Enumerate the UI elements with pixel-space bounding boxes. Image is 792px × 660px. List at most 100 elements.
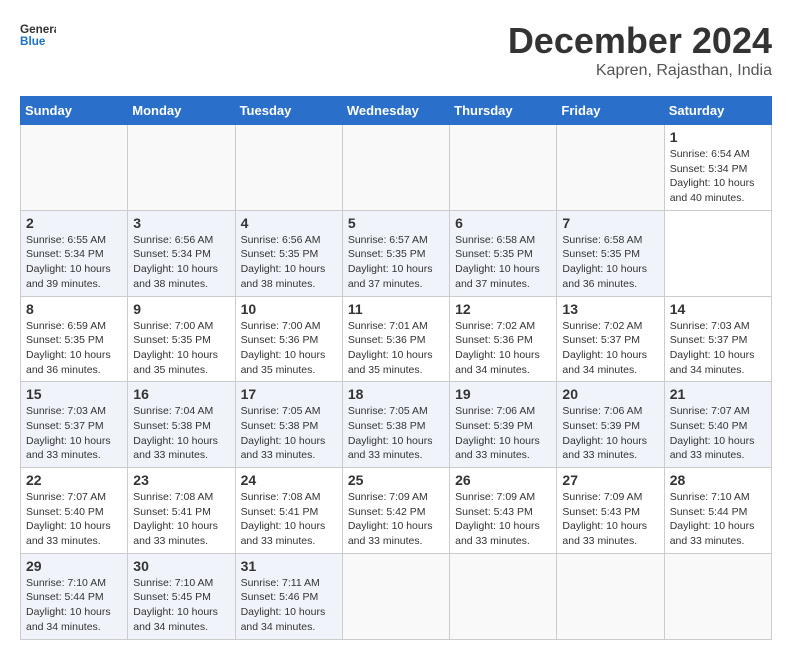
table-row: 1 Sunrise: 6:54 AM Sunset: 5:34 PM Daylig… <box>664 125 771 211</box>
calendar-week-row: 1 Sunrise: 6:54 AM Sunset: 5:34 PM Daylig… <box>21 125 772 211</box>
day-info: Sunrise: 6:59 AM Sunset: 5:35 PM Dayligh… <box>26 319 122 378</box>
calendar-table: Sunday Monday Tuesday Wednesday Thursday… <box>20 96 772 640</box>
table-row: 5 Sunrise: 6:57 AM Sunset: 5:35 PM Daylig… <box>342 210 449 296</box>
table-row <box>342 553 449 639</box>
day-info: Sunrise: 7:03 AM Sunset: 5:37 PM Dayligh… <box>670 319 766 378</box>
day-info: Sunrise: 6:56 AM Sunset: 5:35 PM Dayligh… <box>241 233 337 292</box>
day-number: 24 <box>241 472 337 488</box>
table-row: 9 Sunrise: 7:00 AM Sunset: 5:35 PM Daylig… <box>128 296 235 382</box>
col-monday: Monday <box>128 97 235 125</box>
day-info: Sunrise: 6:54 AM Sunset: 5:34 PM Dayligh… <box>670 147 766 206</box>
day-number: 11 <box>348 301 444 317</box>
day-info: Sunrise: 7:06 AM Sunset: 5:39 PM Dayligh… <box>562 404 658 463</box>
calendar-week-row: 15Sunrise: 7:03 AM Sunset: 5:37 PM Dayli… <box>21 382 772 468</box>
day-info: Sunrise: 6:57 AM Sunset: 5:35 PM Dayligh… <box>348 233 444 292</box>
day-info: Sunrise: 7:05 AM Sunset: 5:38 PM Dayligh… <box>241 404 337 463</box>
table-row: 24 Sunrise: 7:08 AM Sunset: 5:41 PM Dayli… <box>235 468 342 554</box>
day-number: 5 <box>348 215 444 231</box>
day-number: 25 <box>348 472 444 488</box>
table-row: 3Sunrise: 6:56 AM Sunset: 5:34 PM Daylig… <box>128 210 235 296</box>
day-number: 12 <box>455 301 551 317</box>
svg-text:Blue: Blue <box>20 35 46 48</box>
day-number: 27 <box>562 472 658 488</box>
day-number: 10 <box>241 301 337 317</box>
table-row: 26 Sunrise: 7:09 AM Sunset: 5:43 PM Dayli… <box>450 468 557 554</box>
table-row: 12Sunrise: 7:02 AM Sunset: 5:36 PM Dayli… <box>450 296 557 382</box>
calendar-week-row: 22 Sunrise: 7:07 AM Sunset: 5:40 PM Dayli… <box>21 468 772 554</box>
col-sunday: Sunday <box>21 97 128 125</box>
table-row <box>21 125 128 211</box>
day-info: Sunrise: 7:09 AM Sunset: 5:43 PM Dayligh… <box>455 490 551 549</box>
day-number: 6 <box>455 215 551 231</box>
table-row: 28Sunrise: 7:10 AM Sunset: 5:44 PM Dayli… <box>664 468 771 554</box>
table-row: 6Sunrise: 6:58 AM Sunset: 5:35 PM Daylig… <box>450 210 557 296</box>
table-row: 20 Sunrise: 7:06 AM Sunset: 5:39 PM Dayli… <box>557 382 664 468</box>
day-info: Sunrise: 7:08 AM Sunset: 5:41 PM Dayligh… <box>133 490 229 549</box>
day-number: 28 <box>670 472 766 488</box>
col-friday: Friday <box>557 97 664 125</box>
table-row <box>664 553 771 639</box>
page-title: December 2024 <box>508 20 772 62</box>
table-row: 4 Sunrise: 6:56 AM Sunset: 5:35 PM Daylig… <box>235 210 342 296</box>
day-number: 8 <box>26 301 122 317</box>
day-number: 13 <box>562 301 658 317</box>
day-info: Sunrise: 7:10 AM Sunset: 5:45 PM Dayligh… <box>133 576 229 635</box>
day-info: Sunrise: 7:09 AM Sunset: 5:42 PM Dayligh… <box>348 490 444 549</box>
day-info: Sunrise: 7:01 AM Sunset: 5:36 PM Dayligh… <box>348 319 444 378</box>
table-row <box>128 125 235 211</box>
day-info: Sunrise: 7:07 AM Sunset: 5:40 PM Dayligh… <box>26 490 122 549</box>
calendar-week-row: 2Sunrise: 6:55 AM Sunset: 5:34 PM Daylig… <box>21 210 772 296</box>
day-number: 16 <box>133 386 229 402</box>
table-row: 2Sunrise: 6:55 AM Sunset: 5:34 PM Daylig… <box>21 210 128 296</box>
table-row: 19 Sunrise: 7:06 AM Sunset: 5:39 PM Dayli… <box>450 382 557 468</box>
day-number: 4 <box>241 215 337 231</box>
table-row: 21 Sunrise: 7:07 AM Sunset: 5:40 PM Dayli… <box>664 382 771 468</box>
day-number: 7 <box>562 215 658 231</box>
day-number: 29 <box>26 558 122 574</box>
table-row: 31 Sunrise: 7:11 AM Sunset: 5:46 PM Dayli… <box>235 553 342 639</box>
day-info: Sunrise: 7:03 AM Sunset: 5:37 PM Dayligh… <box>26 404 122 463</box>
logo-icon: General Blue <box>20 20 56 48</box>
day-number: 2 <box>26 215 122 231</box>
day-number: 22 <box>26 472 122 488</box>
day-info: Sunrise: 7:06 AM Sunset: 5:39 PM Dayligh… <box>455 404 551 463</box>
day-number: 26 <box>455 472 551 488</box>
page-subtitle: Kapren, Rajasthan, India <box>508 62 772 80</box>
table-row: 27 Sunrise: 7:09 AM Sunset: 5:43 PM Dayli… <box>557 468 664 554</box>
day-info: Sunrise: 7:02 AM Sunset: 5:37 PM Dayligh… <box>562 319 658 378</box>
col-thursday: Thursday <box>450 97 557 125</box>
table-row: 11 Sunrise: 7:01 AM Sunset: 5:36 PM Dayli… <box>342 296 449 382</box>
calendar-week-row: 8 Sunrise: 6:59 AM Sunset: 5:35 PM Daylig… <box>21 296 772 382</box>
table-row: 30 Sunrise: 7:10 AM Sunset: 5:45 PM Dayli… <box>128 553 235 639</box>
table-row: 8 Sunrise: 6:59 AM Sunset: 5:35 PM Daylig… <box>21 296 128 382</box>
table-row: 22 Sunrise: 7:07 AM Sunset: 5:40 PM Dayli… <box>21 468 128 554</box>
page-header: General Blue December 2024 Kapren, Rajas… <box>20 20 772 80</box>
day-info: Sunrise: 7:08 AM Sunset: 5:41 PM Dayligh… <box>241 490 337 549</box>
day-info: Sunrise: 6:58 AM Sunset: 5:35 PM Dayligh… <box>562 233 658 292</box>
day-number: 21 <box>670 386 766 402</box>
table-row <box>235 125 342 211</box>
table-row: 14Sunrise: 7:03 AM Sunset: 5:37 PM Dayli… <box>664 296 771 382</box>
day-info: Sunrise: 7:10 AM Sunset: 5:44 PM Dayligh… <box>26 576 122 635</box>
day-number: 20 <box>562 386 658 402</box>
day-number: 23 <box>133 472 229 488</box>
table-row: 17 Sunrise: 7:05 AM Sunset: 5:38 PM Dayli… <box>235 382 342 468</box>
table-row: 10Sunrise: 7:00 AM Sunset: 5:36 PM Dayli… <box>235 296 342 382</box>
table-row: 18Sunrise: 7:05 AM Sunset: 5:38 PM Dayli… <box>342 382 449 468</box>
day-number: 17 <box>241 386 337 402</box>
day-info: Sunrise: 7:11 AM Sunset: 5:46 PM Dayligh… <box>241 576 337 635</box>
day-number: 19 <box>455 386 551 402</box>
table-row <box>450 125 557 211</box>
table-row: 13 Sunrise: 7:02 AM Sunset: 5:37 PM Dayli… <box>557 296 664 382</box>
col-wednesday: Wednesday <box>342 97 449 125</box>
day-info: Sunrise: 7:07 AM Sunset: 5:40 PM Dayligh… <box>670 404 766 463</box>
day-info: Sunrise: 7:00 AM Sunset: 5:35 PM Dayligh… <box>133 319 229 378</box>
day-number: 31 <box>241 558 337 574</box>
table-row: 7 Sunrise: 6:58 AM Sunset: 5:35 PM Daylig… <box>557 210 664 296</box>
day-number: 30 <box>133 558 229 574</box>
day-number: 1 <box>670 129 766 145</box>
table-row <box>450 553 557 639</box>
col-saturday: Saturday <box>664 97 771 125</box>
day-info: Sunrise: 7:09 AM Sunset: 5:43 PM Dayligh… <box>562 490 658 549</box>
day-number: 9 <box>133 301 229 317</box>
